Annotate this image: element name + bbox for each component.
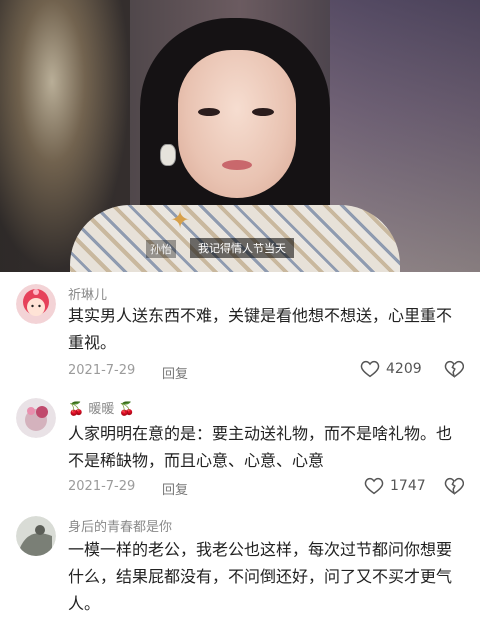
comment-line: 不是稀缺物，而且心意、心意、心意 bbox=[68, 451, 325, 470]
subtitle-text: 我记得情人节当天 bbox=[190, 238, 294, 258]
comment-date: 2021-7-29 bbox=[68, 479, 136, 494]
comment-text: 人家明明在意的是：要主动送礼物，而不是啥礼物。也 不是稀缺物，而且心意、心意、心… bbox=[68, 420, 468, 474]
comment-username[interactable]: 身后的青春都是你 bbox=[68, 516, 172, 535]
reply-button[interactable]: 回复 bbox=[162, 363, 188, 382]
avatar[interactable] bbox=[16, 516, 56, 556]
comment-line: 人。 bbox=[68, 594, 101, 613]
comment-line: 一模一样的老公，我老公也这样，每次过节都问你想要 bbox=[68, 540, 453, 559]
person-eye-left bbox=[198, 108, 220, 116]
username-text: 暖暖 bbox=[88, 402, 115, 417]
broken-heart-icon bbox=[444, 477, 464, 495]
like-button[interactable]: 4209 bbox=[360, 360, 422, 378]
heart-icon bbox=[364, 477, 384, 495]
dislike-button[interactable] bbox=[444, 360, 464, 378]
cherry-icon: 🍒 bbox=[118, 402, 135, 417]
comment-item: 身后的青春都是你 一模一样的老公，我老公也这样，每次过节都问你想要 什么，结果屁… bbox=[0, 506, 480, 640]
person-face bbox=[178, 50, 296, 198]
like-button[interactable]: 1747 bbox=[364, 477, 426, 495]
dislike-button[interactable] bbox=[444, 477, 464, 495]
comment-text: 其实男人送东西不难，关键是看他想不想送，心里重不 重视。 bbox=[68, 302, 468, 356]
heart-icon bbox=[360, 360, 380, 378]
comment-line: 什么，结果屁都没有，不问倒还好，问了又不买才更气 bbox=[68, 567, 453, 586]
like-count: 4209 bbox=[386, 361, 422, 377]
comment-username[interactable]: 祈琳儿 bbox=[68, 284, 107, 303]
comment-line: 重视。 bbox=[68, 333, 117, 352]
subtitle-speaker: 孙怡 bbox=[146, 240, 176, 258]
avatar[interactable] bbox=[16, 284, 56, 324]
avatar[interactable] bbox=[16, 398, 56, 438]
person-eye-right bbox=[252, 108, 274, 116]
comment-date: 2021-7-29 bbox=[68, 363, 136, 378]
earring bbox=[160, 144, 176, 166]
broken-heart-icon bbox=[444, 360, 464, 378]
reply-button[interactable]: 回复 bbox=[162, 479, 188, 498]
comment-item: 祈琳儿 其实男人送东西不难，关键是看他想不想送，心里重不 重视。 2021-7-… bbox=[0, 272, 480, 390]
star-brooch-icon: ✦ bbox=[170, 206, 191, 234]
comment-text: 一模一样的老公，我老公也这样，每次过节都问你想要 什么，结果屁都没有，不问倒还好… bbox=[68, 536, 468, 617]
video-frame[interactable]: ✦ 孙怡 我记得情人节当天 bbox=[0, 0, 480, 272]
cherry-icon: 🍒 bbox=[68, 402, 85, 417]
comment-username[interactable]: 🍒 暖暖 🍒 bbox=[68, 398, 135, 417]
comment-line: 人家明明在意的是：要主动送礼物，而不是啥礼物。也 bbox=[68, 424, 453, 443]
comment-line: 其实男人送东西不难，关键是看他想不想送，心里重不 bbox=[68, 306, 453, 325]
person-lips bbox=[222, 160, 252, 170]
like-count: 1747 bbox=[390, 478, 426, 494]
comment-item: 🍒 暖暖 🍒 人家明明在意的是：要主动送礼物，而不是啥礼物。也 不是稀缺物，而且… bbox=[0, 390, 480, 506]
